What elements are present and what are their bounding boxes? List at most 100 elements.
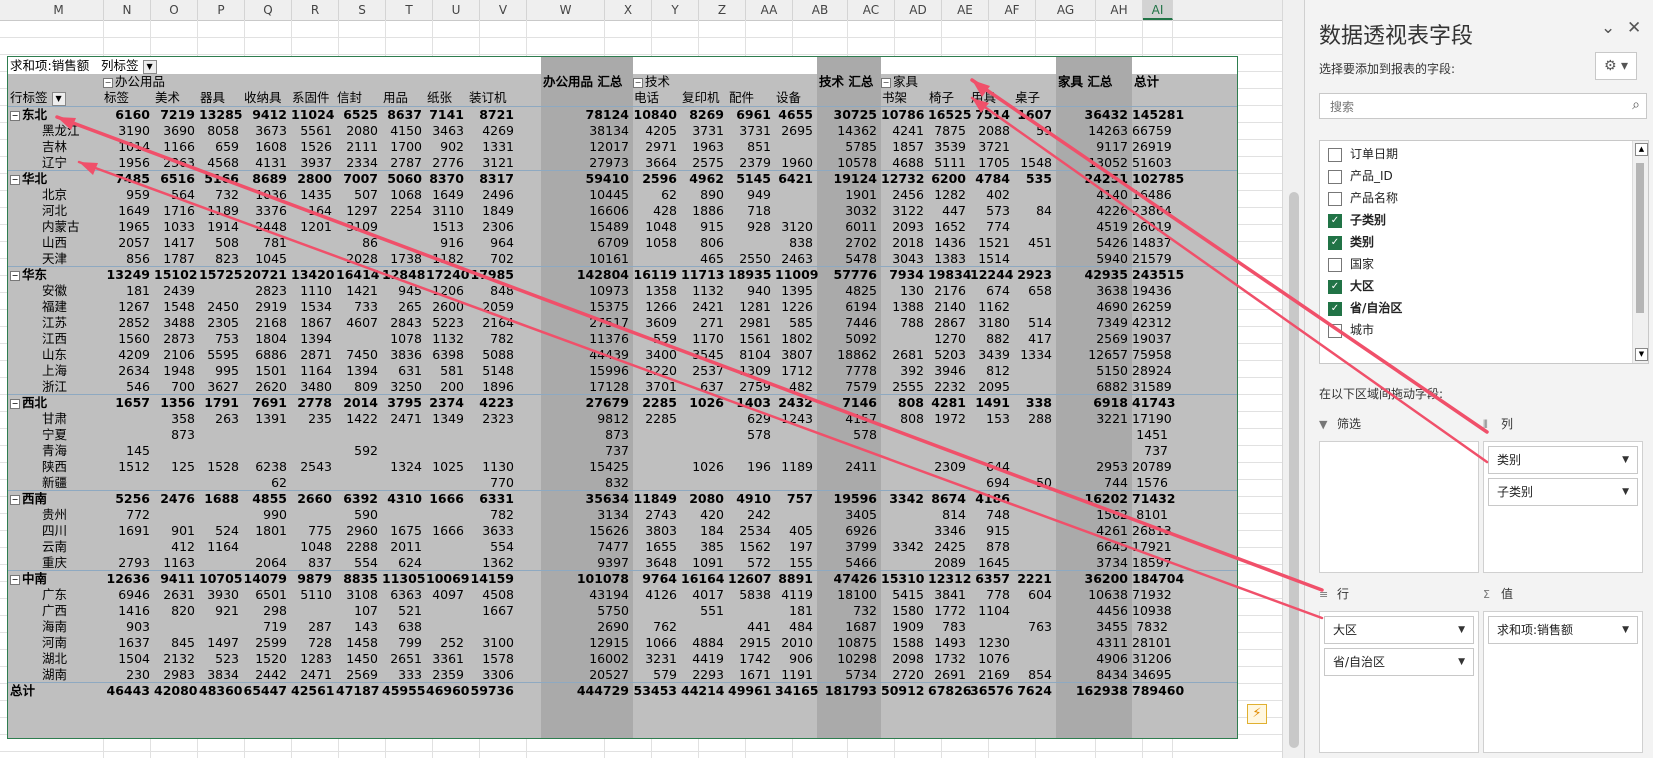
value-cell[interactable]: 1164	[199, 538, 243, 555]
value-cell[interactable]: 26813	[1132, 522, 1172, 539]
value-cell[interactable]: 806	[681, 234, 728, 251]
value-cell[interactable]: 10298	[817, 650, 881, 667]
value-cell[interactable]: 4126	[633, 586, 681, 603]
value-cell[interactable]	[199, 282, 243, 299]
dropdown-arrow-icon[interactable]: ▼	[1622, 447, 1629, 473]
value-cell[interactable]: 1282	[928, 186, 970, 203]
value-cell[interactable]: 3545	[681, 346, 728, 363]
value-cell[interactable]: 2960	[336, 522, 382, 539]
value-cell[interactable]: 2631	[154, 586, 199, 603]
value-cell[interactable]: 21579	[1132, 250, 1172, 267]
column-header-T[interactable]: T	[386, 0, 433, 20]
value-cell[interactable]: 507	[336, 186, 382, 203]
value-cell[interactable]	[728, 234, 775, 251]
column-header-Q[interactable]: Q	[245, 0, 292, 20]
value-cell[interactable]	[970, 442, 1014, 459]
value-cell[interactable]: 702	[468, 250, 518, 267]
value-cell[interactable]: 4688	[881, 154, 928, 171]
value-cell[interactable]: 564	[154, 186, 199, 203]
checkbox[interactable]: ✓	[1328, 235, 1342, 250]
value-cell[interactable]: 57776	[817, 266, 881, 283]
value-cell[interactable]: 1520	[243, 650, 291, 667]
value-cell[interactable]: 16414	[336, 266, 382, 283]
field-item[interactable]: 产品名称	[1328, 187, 1398, 209]
value-cell[interactable]: 2759	[728, 378, 775, 395]
value-cell[interactable]: 441	[728, 618, 775, 635]
value-cell[interactable]: 5060	[382, 170, 426, 187]
value-cell[interactable]: 78124	[518, 106, 633, 123]
value-cell[interactable]: 2018	[881, 234, 928, 251]
value-cell[interactable]: 10445	[518, 186, 633, 203]
value-cell[interactable]	[1014, 426, 1056, 443]
value-cell[interactable]: 65447	[243, 682, 291, 699]
value-cell[interactable]: 1960	[775, 154, 817, 171]
field-item[interactable]: ✓ 省/自治区	[1328, 297, 1402, 319]
value-cell[interactable]: 4784	[970, 170, 1014, 187]
value-cell[interactable]: 153	[970, 410, 1014, 427]
value-cell[interactable]: 184704	[1132, 570, 1184, 587]
value-cell[interactable]: 19037	[1132, 330, 1172, 347]
value-cell[interactable]: 778	[970, 586, 1014, 603]
value-cell[interactable]: 2778	[291, 394, 336, 411]
value-cell[interactable]: 6886	[243, 346, 291, 363]
value-cell[interactable]: 837	[291, 554, 336, 571]
value-cell[interactable]: 3609	[633, 314, 681, 331]
value-cell[interactable]: 1716	[154, 202, 199, 219]
value-cell[interactable]: 1078	[382, 330, 426, 347]
value-cell[interactable]: 19596	[817, 490, 881, 507]
category-header-tech[interactable]: − 技术	[633, 73, 753, 90]
value-cell[interactable]: 10069	[426, 570, 470, 587]
value-cell[interactable]	[382, 506, 426, 523]
value-cell[interactable]: 2800	[291, 170, 336, 187]
value-cell[interactable]: 1297	[336, 202, 382, 219]
value-cell[interactable]	[382, 426, 426, 443]
value-cell[interactable]: 8689	[243, 170, 291, 187]
value-cell[interactable]	[291, 474, 336, 491]
value-cell[interactable]: 5110	[291, 586, 336, 603]
value-cell[interactable]: 1742	[728, 650, 775, 667]
value-cell[interactable]: 1422	[336, 410, 382, 427]
value-cell[interactable]: 5734	[817, 666, 881, 683]
value-cell[interactable]: 959	[103, 186, 154, 203]
value-cell[interactable]: 2220	[633, 362, 681, 379]
value-cell[interactable]	[1014, 250, 1056, 267]
value-cell[interactable]: 1497	[199, 634, 243, 651]
value-cell[interactable]: 1036	[243, 186, 291, 203]
value-cell[interactable]: 6421	[775, 170, 817, 187]
value-cell[interactable]: 3342	[881, 538, 928, 555]
value-cell[interactable]: 7146	[817, 394, 881, 411]
value-cell[interactable]: 882	[970, 330, 1014, 347]
value-cell[interactable]: 27517	[518, 314, 633, 331]
value-cell[interactable]: 16164	[681, 570, 728, 587]
value-cell[interactable]: 3648	[633, 554, 681, 571]
value-cell[interactable]: 1963	[681, 138, 728, 155]
checkbox[interactable]	[1328, 257, 1342, 272]
value-cell[interactable]: 8317	[468, 170, 518, 187]
value-cell[interactable]: 1687	[817, 618, 881, 635]
value-cell[interactable]: 181	[103, 282, 154, 299]
value-cell[interactable]: 28924	[1132, 362, 1172, 379]
value-cell[interactable]: 940	[728, 282, 775, 299]
value-cell[interactable]: 13420	[291, 266, 336, 283]
value-cell[interactable]: 6194	[817, 298, 881, 315]
value-cell[interactable]: 2285	[633, 410, 681, 427]
value-cell[interactable]: 524	[199, 522, 243, 539]
value-cell[interactable]: 658	[1014, 282, 1056, 299]
value-cell[interactable]: 3633	[468, 522, 518, 539]
value-cell[interactable]: 2285	[633, 394, 681, 411]
value-cell[interactable]: 770	[468, 474, 518, 491]
column-header-S[interactable]: S	[339, 0, 386, 20]
value-cell[interactable]: 5145	[728, 170, 775, 187]
column-header-U[interactable]: U	[433, 0, 480, 20]
value-cell[interactable]: 287	[291, 618, 336, 635]
value-cell[interactable]: 1349	[426, 410, 468, 427]
value-cell[interactable]: 44214	[681, 682, 728, 699]
value-cell[interactable]: 945	[382, 282, 426, 299]
value-cell[interactable]: 3231	[633, 650, 681, 667]
column-header-AG[interactable]: AG	[1036, 0, 1096, 20]
value-cell[interactable]: 484	[775, 618, 817, 635]
value-cell[interactable]: 3122	[881, 202, 928, 219]
value-cell[interactable]	[1014, 602, 1056, 619]
value-cell[interactable]: 20789	[1132, 458, 1172, 475]
collapse-icon[interactable]: −	[633, 77, 643, 88]
